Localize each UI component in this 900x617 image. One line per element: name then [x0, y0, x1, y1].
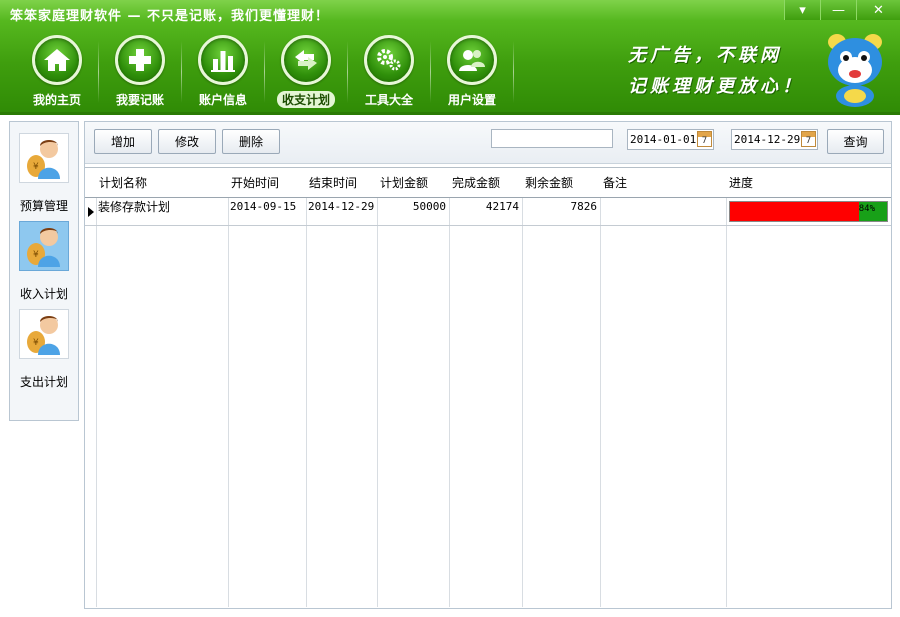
bar-chart-icon: [198, 35, 248, 85]
planned-amount-cell: 50000: [412, 200, 446, 213]
query-button[interactable]: 查询: [827, 129, 884, 154]
nav-item-settings[interactable]: 用户设置: [431, 35, 513, 113]
column-header[interactable]: 完成金额: [450, 168, 500, 197]
sidebar-item-budget[interactable]: ¥ 预算管理: [10, 133, 78, 214]
end-date-picker[interactable]: 2014-12-29 7: [731, 129, 818, 150]
end-date-cell: 2014-12-29: [308, 200, 375, 213]
sidebar-item-label: 支出计划: [19, 375, 68, 389]
budget-person-icon: ¥: [19, 133, 69, 183]
svg-text:¥: ¥: [33, 250, 39, 260]
search-input[interactable]: [491, 129, 613, 148]
plan-table: 计划名称 开始时间 结束时间 计划金额 完成金额 剩余金额 备注 进度 装修存款…: [85, 167, 891, 607]
top-banner: 笨笨家庭理财软件 — 不只是记账，我们更懂理财！ ▾ — ✕ 我的主页 我要记账…: [0, 0, 900, 115]
nav-item-home[interactable]: 我的主页: [16, 35, 98, 113]
column-divider: [96, 167, 97, 607]
main-panel: 增加 修改 删除 2014-01-01 7 2014-12-29 7 查询 计划…: [84, 121, 892, 609]
sidebar-item-label: 收入计划: [19, 287, 68, 301]
column-header[interactable]: 剩余金额: [523, 168, 573, 197]
nav-label: 用户设置: [447, 93, 496, 107]
calendar-icon[interactable]: 7: [697, 131, 712, 147]
nav-label: 收支计划: [276, 91, 335, 108]
end-date-value: 2014-12-29: [734, 133, 801, 146]
add-button[interactable]: 增加: [94, 129, 152, 154]
nav-item-tools[interactable]: 工具大全: [348, 35, 430, 113]
sidebar-item-expense-plan[interactable]: ¥ 支出计划: [10, 309, 78, 390]
column-header[interactable]: 计划金额: [378, 168, 428, 197]
nav-label: 我的主页: [32, 93, 81, 107]
nav-label: 工具大全: [364, 93, 413, 107]
start-date-picker[interactable]: 2014-01-01 7: [627, 129, 714, 150]
column-divider: [600, 167, 601, 607]
table-header: 计划名称 开始时间 结束时间 计划金额 完成金额 剩余金额 备注 进度: [85, 167, 891, 198]
row-selector-arrow-icon: [88, 207, 94, 217]
edit-button[interactable]: 修改: [158, 129, 216, 154]
users-icon: [447, 35, 497, 85]
column-header[interactable]: 计划名称: [97, 168, 147, 197]
completed-amount-cell: 42174: [485, 200, 519, 213]
main-nav: 我的主页 我要记账 账户信息 收支计划 工具大全 用户设置: [16, 35, 514, 113]
slogan-line-1: 无广告，不联网: [628, 45, 782, 66]
column-header[interactable]: 进度: [727, 168, 753, 197]
column-header[interactable]: 备注: [601, 168, 627, 197]
window-controls: ▾ — ✕: [784, 0, 900, 20]
nav-item-plans[interactable]: 收支计划: [265, 35, 347, 113]
table-row[interactable]: 装修存款计划 2014-09-15 2014-12-29 50000 42174…: [85, 198, 891, 226]
nav-label: 我要记账: [115, 93, 164, 107]
column-divider: [306, 167, 307, 607]
sidebar: ¥ 预算管理 ¥ 收入计划 ¥ 支出计划: [9, 121, 79, 421]
svg-text:¥: ¥: [33, 162, 39, 172]
column-header[interactable]: 开始时间: [229, 168, 279, 197]
column-divider: [228, 167, 229, 607]
column-divider: [522, 167, 523, 607]
close-button[interactable]: ✕: [856, 0, 900, 20]
toolbar: 增加 修改 删除 2014-01-01 7 2014-12-29 7 查询: [85, 122, 891, 164]
sidebar-item-label: 预算管理: [19, 199, 68, 213]
remaining-amount-cell: 7826: [570, 200, 598, 213]
nav-label: 账户信息: [198, 93, 247, 107]
mascot-image: [820, 30, 890, 108]
nav-item-accounts[interactable]: 账户信息: [182, 35, 264, 113]
home-icon: [32, 35, 82, 85]
column-divider: [726, 167, 727, 607]
column-header[interactable]: 结束时间: [307, 168, 357, 197]
svg-text:¥: ¥: [33, 338, 39, 348]
start-date-value: 2014-01-01: [630, 133, 697, 146]
gears-icon: [364, 35, 414, 85]
plus-icon: [115, 35, 165, 85]
plan-name-cell: 装修存款计划: [98, 200, 171, 214]
slogan: 无广告，不联网 记账理财更放心！: [628, 40, 804, 102]
window-title: 笨笨家庭理财软件 — 不只是记账，我们更懂理财！: [10, 9, 330, 24]
nav-item-record[interactable]: 我要记账: [99, 35, 181, 113]
dropdown-menu-button[interactable]: ▾: [784, 0, 820, 20]
delete-button[interactable]: 删除: [222, 129, 280, 154]
exchange-icon: [281, 35, 331, 85]
minimize-button[interactable]: —: [820, 0, 856, 20]
column-divider: [449, 167, 450, 607]
progress-bar: 84%: [729, 201, 888, 222]
calendar-icon[interactable]: 7: [801, 131, 816, 147]
sidebar-item-income-plan[interactable]: ¥ 收入计划: [10, 221, 78, 302]
expense-person-icon: ¥: [19, 309, 69, 359]
nav-divider: [513, 41, 514, 103]
slogan-line-2: 记账理财更放心！: [628, 76, 804, 97]
progress-text: 84%: [858, 204, 875, 214]
start-date-cell: 2014-09-15: [230, 200, 297, 213]
column-divider: [377, 167, 378, 607]
income-person-icon: ¥: [19, 221, 69, 271]
